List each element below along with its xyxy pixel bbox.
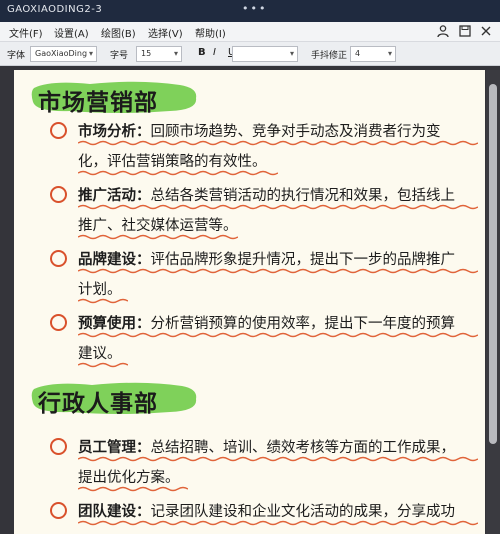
item-line-2: 推广、社交媒体运营等。 bbox=[78, 218, 238, 234]
item-label: 团队建设： bbox=[78, 503, 151, 520]
item-line-1: 推广活动：总结各类营销活动的执行情况和效果，包括线上 bbox=[78, 184, 455, 205]
font-select[interactable]: GaoXiaoDing ▾ bbox=[30, 46, 97, 62]
item-label: 员工管理： bbox=[78, 439, 151, 456]
wavy-underline bbox=[78, 268, 478, 274]
list-item: 团队建设：记录团队建设和企业文化活动的成果，分享成功 bbox=[50, 500, 486, 534]
vertical-scrollbar-thumb[interactable] bbox=[489, 84, 497, 444]
list-item: 预算使用：分析营销预算的使用效率，提出下一年度的预算 建议。 bbox=[50, 312, 486, 368]
list-item: 推广活动：总结各类营销活动的执行情况和效果，包括线上 推广、社交媒体运营等。 bbox=[50, 184, 486, 240]
color-select[interactable]: ▾ bbox=[232, 46, 298, 62]
bullet-circle-icon bbox=[50, 186, 67, 203]
bullet-circle-icon bbox=[50, 122, 67, 139]
wavy-underline bbox=[78, 456, 478, 462]
item-label: 预算使用： bbox=[78, 315, 151, 332]
bold-button[interactable]: B bbox=[198, 47, 206, 58]
chevron-down-icon: ▾ bbox=[289, 49, 294, 58]
section-title: 行政人事部 bbox=[38, 390, 158, 417]
section-heading: 行政人事部 bbox=[30, 381, 200, 417]
list-item: 品牌建设：评估品牌形象提升情况，提出下一步的品牌推广 计划。 bbox=[50, 248, 486, 304]
bullet-circle-icon bbox=[50, 250, 67, 267]
bullet-circle-icon bbox=[50, 314, 67, 331]
window-controls-dots[interactable]: ••• bbox=[242, 2, 267, 15]
close-icon[interactable] bbox=[479, 24, 493, 38]
item-line-2: 化，评估营销策略的有效性。 bbox=[78, 154, 267, 170]
jitter-select-value: 4 bbox=[355, 49, 361, 58]
item-line-1: 预算使用：分析营销预算的使用效率，提出下一年度的预算 bbox=[78, 312, 455, 333]
format-toolbar: 字体 GaoXiaoDing ▾ 字号 15 ▾ B I U ▾ 手抖修正 4 … bbox=[0, 42, 500, 66]
item-line-2: 建议。 bbox=[78, 346, 122, 362]
font-select-value: GaoXiaoDing bbox=[35, 49, 88, 58]
item-text: 总结各类营销活动的执行情况和效果，包括线上 bbox=[150, 188, 456, 204]
user-icon[interactable] bbox=[436, 24, 450, 38]
wavy-underline bbox=[78, 170, 278, 176]
size-label: 字号 bbox=[110, 51, 129, 61]
window-title: GAOXIAODING2-3 bbox=[7, 4, 103, 15]
item-line-2: 计划。 bbox=[78, 282, 122, 298]
menu-select[interactable]: 选择(V) bbox=[148, 25, 183, 40]
item-text: 记录团队建设和企业文化活动的成果，分享成功 bbox=[150, 504, 456, 520]
wavy-underline bbox=[78, 234, 238, 240]
document-page[interactable]: 市场营销部 市场分析：回顾市场趋势、竞争对手动态及消费者行为变 化，评估营销策略… bbox=[14, 70, 485, 534]
wavy-underline bbox=[78, 332, 478, 338]
item-text: 评估品牌形象提升情况，提出下一步的品牌推广 bbox=[150, 252, 456, 268]
item-text: 回顾市场趋势、竞争对手动态及消费者行为变 bbox=[150, 124, 441, 140]
chevron-down-icon: ▾ bbox=[88, 49, 93, 58]
wavy-underline bbox=[78, 362, 128, 368]
bullet-circle-icon bbox=[50, 438, 67, 455]
wavy-underline bbox=[78, 298, 128, 304]
size-select-value: 15 bbox=[141, 49, 152, 58]
item-line-1: 员工管理：总结招聘、培训、绩效考核等方面的工作成果， bbox=[78, 436, 455, 457]
wavy-underline bbox=[78, 140, 478, 146]
italic-button[interactable]: I bbox=[213, 47, 216, 58]
item-label: 推广活动： bbox=[78, 187, 151, 204]
item-text: 总结招聘、培训、绩效考核等方面的工作成果， bbox=[150, 440, 456, 456]
item-label: 市场分析： bbox=[78, 123, 151, 140]
list-item: 市场分析：回顾市场趋势、竞争对手动态及消费者行为变 化，评估营销策略的有效性。 bbox=[50, 120, 486, 176]
size-select[interactable]: 15 ▾ bbox=[136, 46, 182, 62]
menu-draw[interactable]: 绘图(B) bbox=[101, 25, 136, 40]
section-title: 市场营销部 bbox=[38, 89, 158, 116]
wavy-underline bbox=[78, 486, 188, 492]
item-text: 分析营销预算的使用效率，提出下一年度的预算 bbox=[150, 316, 456, 332]
item-line-1: 团队建设：记录团队建设和企业文化活动的成果，分享成功 bbox=[78, 500, 455, 521]
item-line-1: 品牌建设：评估品牌形象提升情况，提出下一步的品牌推广 bbox=[78, 248, 455, 269]
save-icon[interactable] bbox=[458, 24, 472, 38]
wavy-underline bbox=[78, 204, 478, 210]
chevron-down-icon: ▾ bbox=[173, 49, 178, 58]
menu-help[interactable]: 帮助(I) bbox=[195, 25, 226, 40]
jitter-select[interactable]: 4 ▾ bbox=[350, 46, 396, 62]
font-label: 字体 bbox=[7, 51, 26, 61]
list-item: 员工管理：总结招聘、培训、绩效考核等方面的工作成果， 提出优化方案。 bbox=[50, 436, 486, 492]
menu-settings[interactable]: 设置(A) bbox=[54, 25, 89, 40]
item-label: 品牌建设： bbox=[78, 251, 151, 268]
jitter-label: 手抖修正 bbox=[311, 51, 348, 61]
wavy-underline bbox=[78, 520, 478, 526]
chevron-down-icon: ▾ bbox=[387, 49, 392, 58]
item-line-2: 提出优化方案。 bbox=[78, 470, 180, 486]
menu-bar: 文件(F) 设置(A) 绘图(B) 选择(V) 帮助(I) bbox=[0, 22, 500, 42]
menu-file[interactable]: 文件(F) bbox=[9, 25, 43, 40]
title-bar: GAOXIAODING2-3 ••• bbox=[0, 0, 500, 22]
section-heading: 市场营销部 bbox=[30, 80, 200, 116]
item-line-1: 市场分析：回顾市场趋势、竞争对手动态及消费者行为变 bbox=[78, 120, 441, 141]
bullet-circle-icon bbox=[50, 502, 67, 519]
